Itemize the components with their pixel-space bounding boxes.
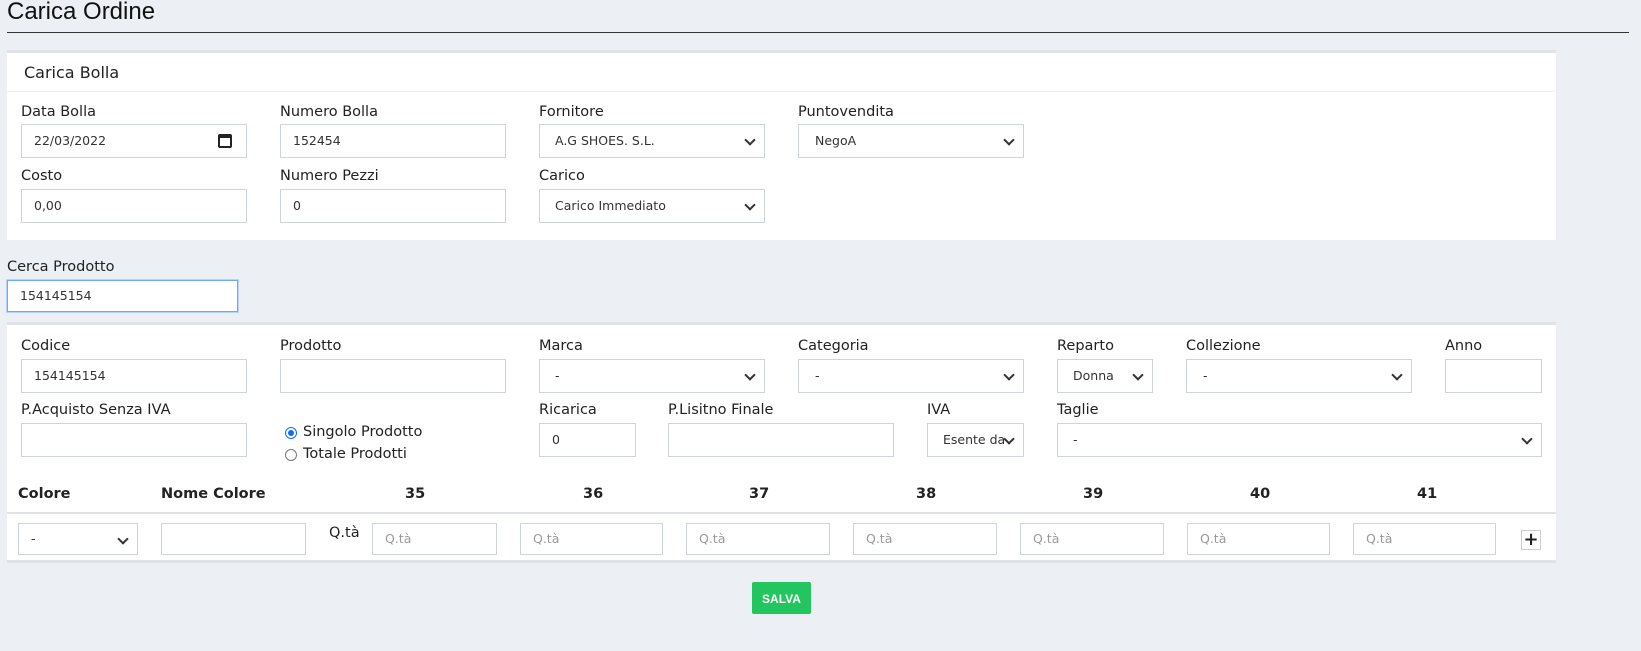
card-header-carica-bolla: Carica Bolla bbox=[24, 63, 120, 82]
listino-input[interactable] bbox=[668, 423, 894, 457]
data-bolla-label: Data Bolla bbox=[21, 104, 96, 120]
save-button[interactable]: SALVA bbox=[752, 582, 811, 614]
prodotto-label: Prodotto bbox=[280, 338, 342, 354]
size-header-35: 35 bbox=[405, 486, 426, 502]
puntovendita-label: Puntovendita bbox=[798, 104, 894, 120]
cerca-prodotto-label: Cerca Prodotto bbox=[7, 259, 115, 275]
qta-input-40[interactable]: Q.tà bbox=[1187, 523, 1330, 555]
numero-pezzi-input[interactable]: 0 bbox=[280, 189, 506, 223]
page-title: Carica Ordine bbox=[7, 0, 156, 25]
nome-colore-input[interactable] bbox=[161, 523, 306, 555]
qta-input-41[interactable]: Q.tà bbox=[1353, 523, 1496, 555]
marca-label: Marca bbox=[539, 338, 583, 354]
qta-input-39[interactable]: Q.tà bbox=[1020, 523, 1164, 555]
radio-totale-prodotti[interactable] bbox=[285, 449, 297, 461]
numero-bolla-input[interactable]: 152454 bbox=[280, 124, 506, 158]
reparto-label: Reparto bbox=[1057, 338, 1114, 354]
ricarica-input[interactable]: 0 bbox=[539, 423, 636, 457]
iva-select[interactable]: Esente da bbox=[927, 423, 1024, 457]
anno-label: Anno bbox=[1445, 338, 1483, 354]
acquisto-input[interactable] bbox=[21, 423, 247, 457]
size-header-39: 39 bbox=[1083, 486, 1104, 502]
costo-label: Costo bbox=[21, 168, 63, 184]
size-header-36: 36 bbox=[583, 486, 604, 502]
taglie-value: - bbox=[1073, 432, 1078, 447]
numero-pezzi-label: Numero Pezzi bbox=[280, 168, 379, 184]
marca-value: - bbox=[555, 368, 560, 383]
codice-input[interactable]: 154145154 bbox=[21, 359, 247, 393]
collezione-label: Collezione bbox=[1186, 338, 1261, 354]
fornitore-value: A.G SHOES. S.L. bbox=[555, 133, 655, 148]
qta-input-37[interactable]: Q.tà bbox=[686, 523, 830, 555]
reparto-value: Donna bbox=[1073, 368, 1114, 383]
qta-label: Q.tà bbox=[329, 525, 360, 541]
size-header-41: 41 bbox=[1417, 486, 1438, 502]
iva-label: IVA bbox=[927, 402, 951, 418]
colore-select[interactable]: - bbox=[18, 523, 138, 555]
carico-select[interactable]: Carico Immediato bbox=[539, 189, 765, 223]
puntovendita-select[interactable]: NegoA bbox=[798, 124, 1024, 158]
collezione-select[interactable]: - bbox=[1186, 359, 1412, 393]
data-bolla-input[interactable]: 22/03/2022 bbox=[21, 124, 247, 158]
add-row-button[interactable]: + bbox=[1521, 530, 1541, 550]
radio-singolo-label: Singolo Prodotto bbox=[303, 424, 423, 440]
marca-select[interactable]: - bbox=[539, 359, 765, 393]
fornitore-label: Fornitore bbox=[539, 104, 604, 120]
product-card: Codice 154145154 Prodotto Marca - Catego… bbox=[7, 322, 1556, 563]
colore-header: Colore bbox=[18, 486, 71, 502]
taglie-label: Taglie bbox=[1057, 402, 1099, 418]
listino-label: P.Lisitno Finale bbox=[668, 402, 774, 418]
collezione-value: - bbox=[1203, 368, 1208, 383]
table-header-divider bbox=[7, 512, 1556, 514]
size-header-38: 38 bbox=[916, 486, 937, 502]
categoria-label: Categoria bbox=[798, 338, 869, 354]
categoria-value: - bbox=[815, 368, 820, 383]
taglie-select[interactable]: - bbox=[1057, 423, 1542, 457]
calendar-icon[interactable] bbox=[218, 134, 232, 148]
colore-value: - bbox=[31, 531, 36, 546]
reparto-select[interactable]: Donna bbox=[1057, 359, 1153, 393]
iva-value: Esente da bbox=[943, 432, 1006, 447]
qta-input-38[interactable]: Q.tà bbox=[853, 523, 997, 555]
costo-input[interactable]: 0,00 bbox=[21, 189, 247, 223]
radio-totale-label: Totale Prodotti bbox=[303, 446, 407, 462]
card-header-divider bbox=[7, 91, 1556, 92]
carica-bolla-card: Carica Bolla Data Bolla 22/03/2022 Numer… bbox=[7, 50, 1556, 240]
acquisto-label: P.Acquisto Senza IVA bbox=[21, 402, 171, 418]
codice-label: Codice bbox=[21, 338, 71, 354]
size-header-37: 37 bbox=[749, 486, 770, 502]
data-bolla-value: 22/03/2022 bbox=[34, 133, 107, 148]
carico-value: Carico Immediato bbox=[555, 198, 666, 213]
puntovendita-value: NegoA bbox=[815, 133, 857, 148]
fornitore-select[interactable]: A.G SHOES. S.L. bbox=[539, 124, 765, 158]
title-divider bbox=[7, 32, 1629, 33]
qta-input-36[interactable]: Q.tà bbox=[520, 523, 663, 555]
nome-colore-header: Nome Colore bbox=[161, 486, 266, 502]
numero-bolla-label: Numero Bolla bbox=[280, 104, 378, 120]
ricarica-label: Ricarica bbox=[539, 402, 597, 418]
carico-label: Carico bbox=[539, 168, 585, 184]
prodotto-input[interactable] bbox=[280, 359, 506, 393]
size-header-40: 40 bbox=[1250, 486, 1271, 502]
cerca-prodotto-input[interactable]: 154145154 bbox=[7, 280, 238, 312]
categoria-select[interactable]: - bbox=[798, 359, 1024, 393]
qta-input-35[interactable]: Q.tà bbox=[372, 523, 497, 555]
radio-singolo-prodotto[interactable] bbox=[285, 427, 297, 439]
anno-input[interactable] bbox=[1445, 359, 1542, 393]
